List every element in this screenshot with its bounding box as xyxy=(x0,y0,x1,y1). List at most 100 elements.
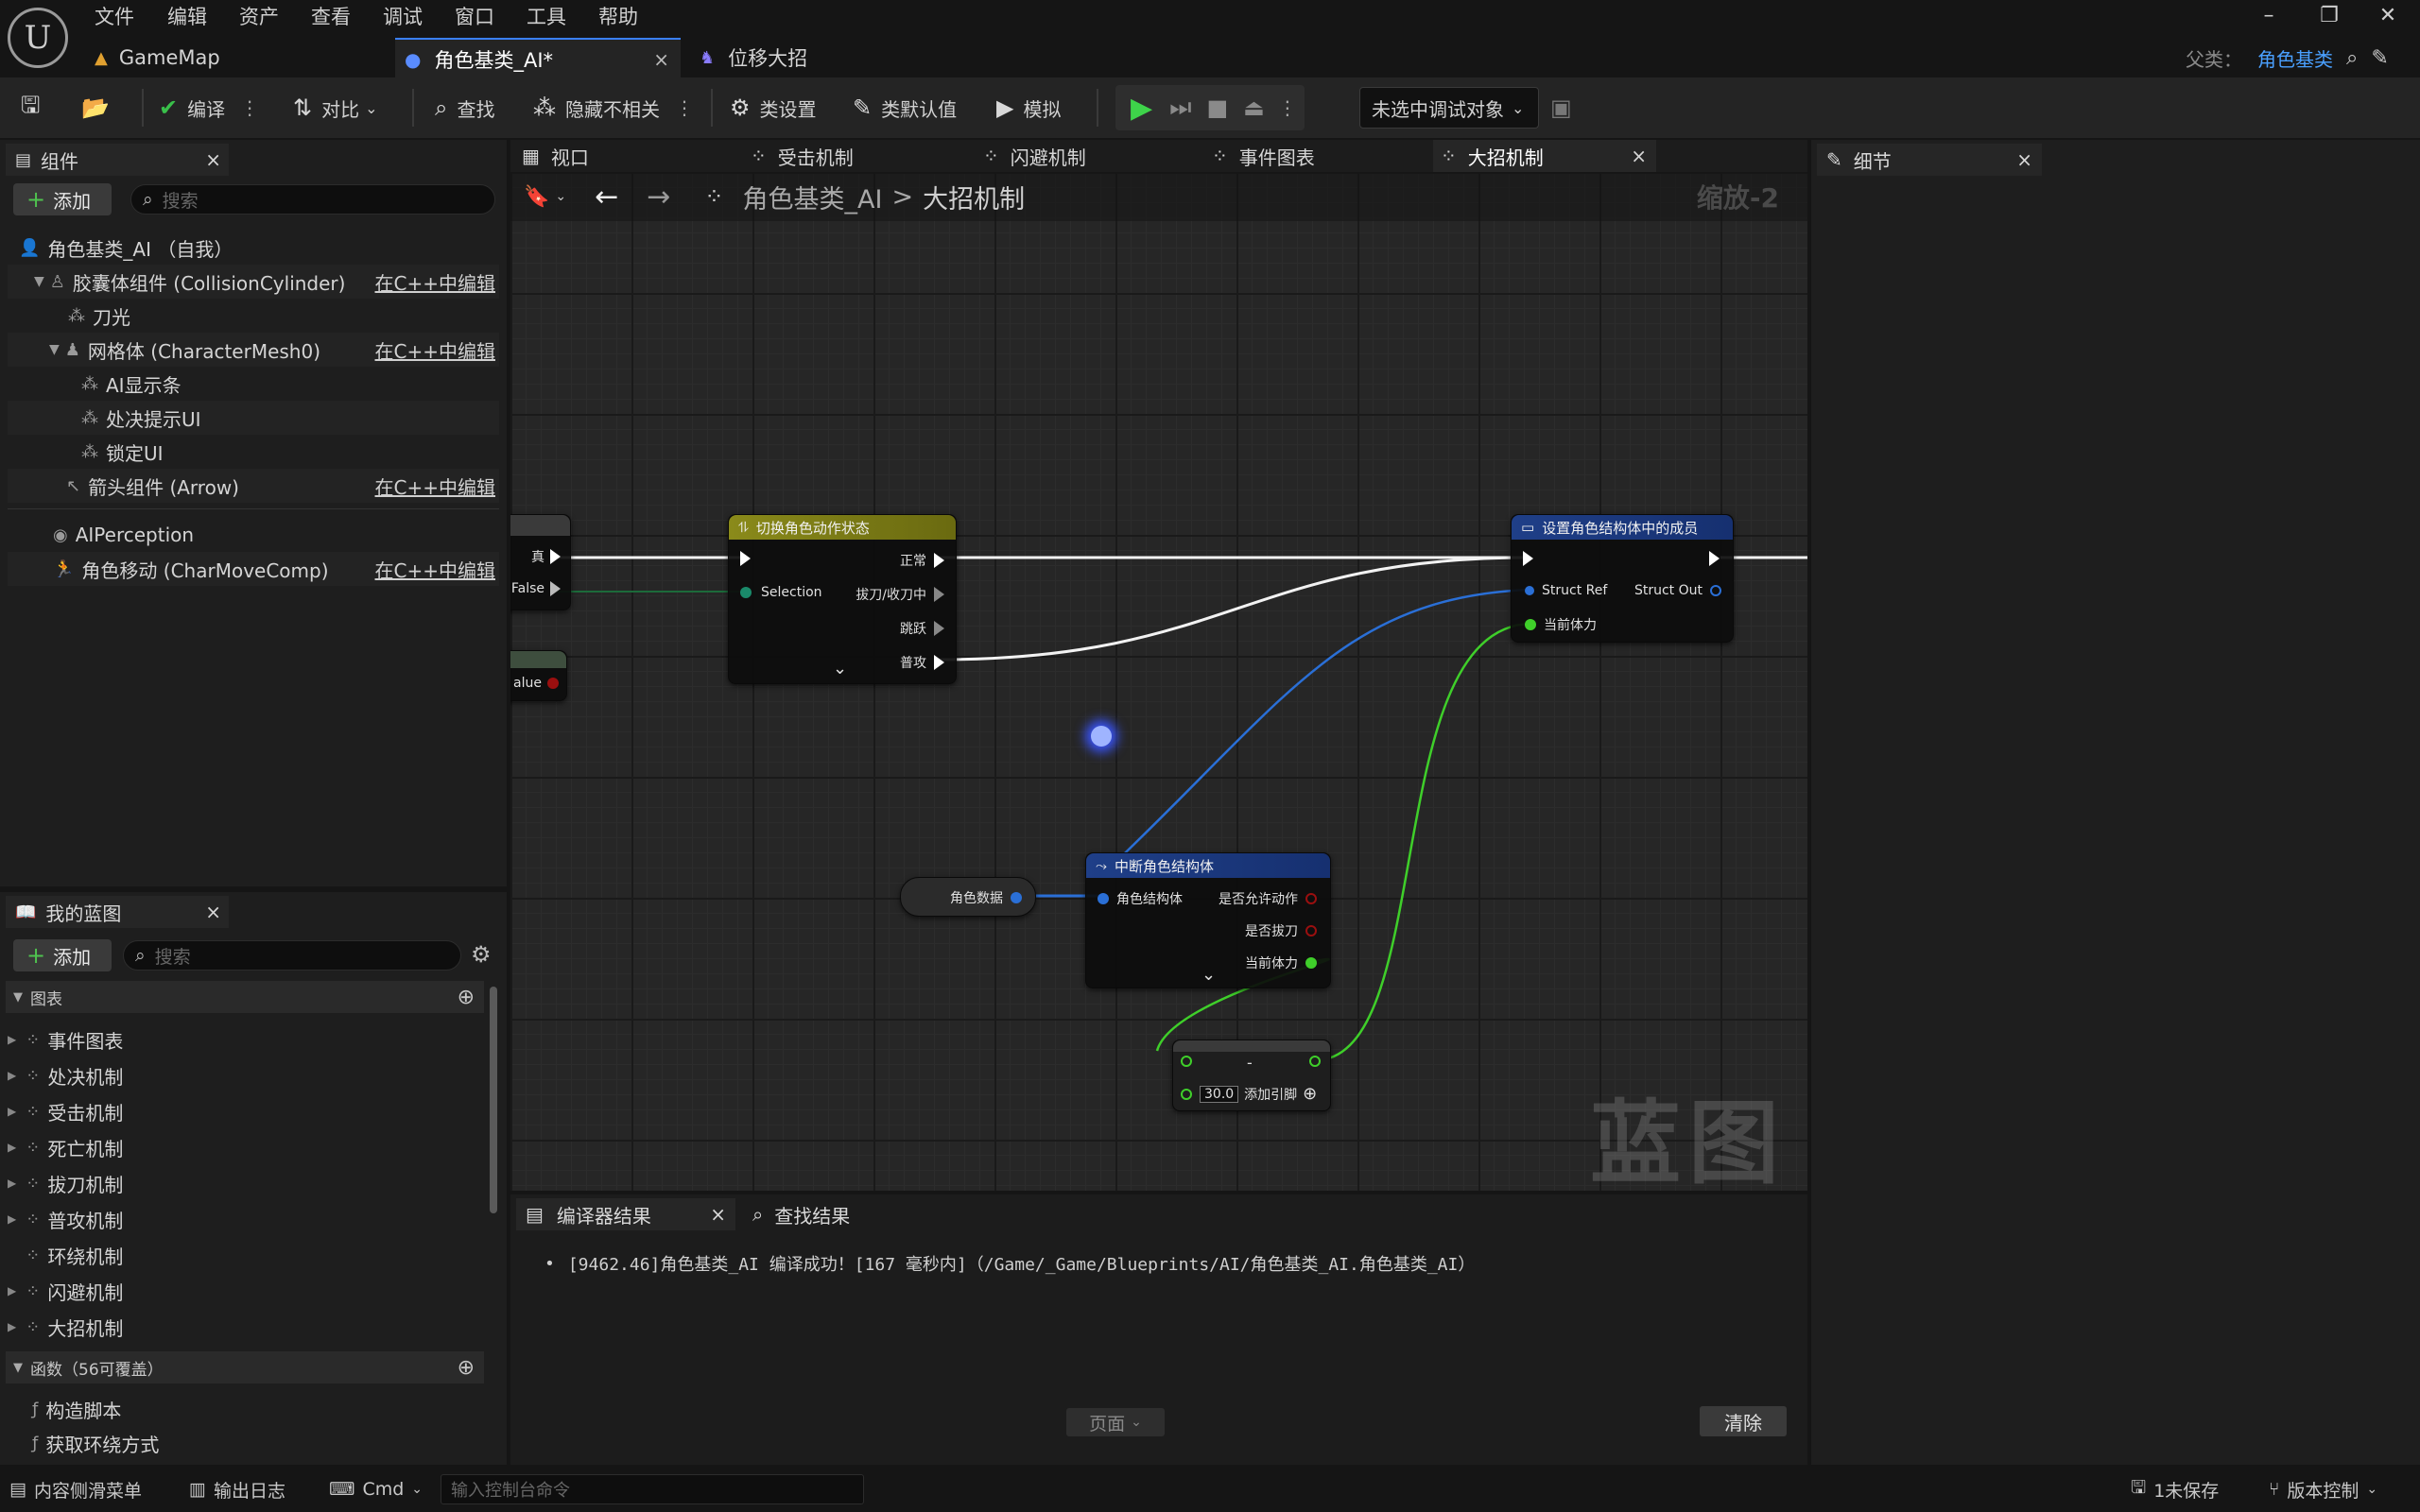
edit-icon[interactable]: ✎ xyxy=(2371,46,2388,70)
tree-item-lock-ui[interactable]: ⁂ 锁定UI xyxy=(8,435,499,469)
tree-item-mesh[interactable]: ▼ ♟ 网格体 (CharacterMesh0) 在C++中编辑 xyxy=(8,333,499,367)
value-node[interactable]: alue xyxy=(510,650,567,701)
menu-edit[interactable]: 编辑 xyxy=(167,2,207,30)
close-window-icon[interactable]: ✕ xyxy=(2369,4,2407,27)
my-blueprint-search-input[interactable]: ⌕ 搜索 xyxy=(123,940,461,971)
break-out-allow-pin[interactable]: 是否允许动作 xyxy=(1219,889,1317,908)
close-icon[interactable]: × xyxy=(653,48,669,71)
close-icon[interactable]: × xyxy=(205,901,221,923)
play-icon[interactable]: ▶ xyxy=(1131,92,1152,125)
clear-button[interactable]: 清除 xyxy=(1700,1406,1787,1436)
tree-item-execution-ui[interactable]: ⁂ 处决提示UI xyxy=(8,401,499,435)
stop-icon[interactable]: ■ xyxy=(1206,94,1228,121)
graph-item[interactable]: ▶ ⁘ 受击机制 xyxy=(8,1094,499,1128)
tab-compiler-results[interactable]: ▤ 编译器结果 × xyxy=(516,1198,735,1230)
more-icon[interactable]: ⋮ xyxy=(1278,96,1297,119)
graph-item[interactable]: ▶ ⁘ 处决机制 xyxy=(8,1058,499,1092)
set-members-node[interactable]: ▭ 设置角色结构体中的成员 Struct Ref Struct Out 当前体力 xyxy=(1511,514,1734,643)
debug-filter-button[interactable]: ▣ xyxy=(1550,77,1582,138)
subtract-b-value[interactable]: 30.0 xyxy=(1200,1085,1239,1103)
doc-tab-blueprint[interactable]: ● 角色基类_AI* × xyxy=(395,38,681,79)
save-button[interactable]: 🖫 xyxy=(21,77,49,138)
switch-out-attack-pin[interactable]: 普攻 xyxy=(900,653,944,672)
menu-file[interactable]: 文件 xyxy=(95,2,134,30)
doc-tab-montage[interactable]: ♞ 位移大招 xyxy=(700,38,908,77)
value-pin[interactable]: alue xyxy=(513,676,559,691)
subtract-out-pin[interactable] xyxy=(1309,1056,1321,1067)
tree-item-perception[interactable]: ◉ AIPerception xyxy=(8,518,499,552)
unreal-logo-icon[interactable]: U xyxy=(8,8,68,68)
menu-tools[interactable]: 工具 xyxy=(527,2,566,30)
switch-exec-in-pin[interactable] xyxy=(740,551,751,566)
add-graph-icon[interactable]: ⊕ xyxy=(458,986,475,1009)
search-icon[interactable]: ⌕ xyxy=(2346,46,2358,70)
graph-item[interactable]: ▶ ⁘ 事件图表 xyxy=(8,1022,499,1057)
tree-item-self[interactable]: 👤 角色基类_AI （自我） xyxy=(8,231,499,265)
step-icon[interactable]: ⏭ xyxy=(1169,94,1191,123)
menu-debug[interactable]: 调试 xyxy=(383,2,423,30)
minimize-icon[interactable]: – xyxy=(2250,4,2288,27)
member-stamina-pin[interactable]: 当前体力 xyxy=(1525,615,1597,634)
debug-target-select[interactable]: 未选中调试对象 ⌄ xyxy=(1359,87,1539,129)
doc-tab-gamemap[interactable]: ▲ GameMap xyxy=(95,38,378,77)
edit-in-cpp-link[interactable]: 在C++中编辑 xyxy=(375,472,495,500)
subtract-node[interactable]: - 30.0 添加引脚 ⊕ xyxy=(1172,1040,1331,1111)
break-in-pin[interactable]: 角色结构体 xyxy=(1098,889,1183,908)
tab-my-blueprint[interactable]: 📖 我的蓝图 × xyxy=(6,896,229,928)
browse-button[interactable]: 📂 xyxy=(81,77,119,138)
tab-details[interactable]: ✎ 细节 × xyxy=(1817,144,2042,176)
break-struct-node[interactable]: ⤳ 中断角色结构体 角色结构体 是否允许动作 是否拔刀 当前体力 ⌄ xyxy=(1085,852,1331,988)
tab-components[interactable]: ▤ 组件 × xyxy=(6,144,229,176)
components-search-input[interactable]: ⌕ 搜索 xyxy=(130,184,495,215)
add-pin-icon[interactable]: ⊕ xyxy=(1303,1084,1317,1104)
tab-viewport[interactable]: ▦ 视口 xyxy=(522,140,589,172)
add-component-button[interactable]: + 添加 xyxy=(13,183,112,215)
role-data-pin[interactable]: 角色数据 xyxy=(950,888,1022,907)
add-function-icon[interactable]: ⊕ xyxy=(458,1356,475,1380)
menu-help[interactable]: 帮助 xyxy=(598,2,638,30)
close-icon[interactable]: × xyxy=(205,148,221,171)
switch-out-jump-pin[interactable]: 跳跃 xyxy=(900,619,944,638)
set-exec-in-pin[interactable] xyxy=(1523,551,1533,566)
menu-asset[interactable]: 资产 xyxy=(239,2,279,30)
graph-canvas[interactable]: 🔖 ⌄ ← → ⁘ 角色基类_AI > 大招机制 缩放-2 真 False al… xyxy=(510,172,1807,1191)
switch-selection-pin[interactable]: Selection xyxy=(740,585,822,600)
edit-in-cpp-link[interactable]: 在C++中编辑 xyxy=(375,268,495,296)
close-icon[interactable]: × xyxy=(710,1203,726,1226)
functions-section-header[interactable]: ▼ 函数（56可覆盖） ⊕ xyxy=(6,1351,484,1383)
function-item[interactable]: ƒ 构造脚本 xyxy=(8,1393,499,1425)
expand-chevron-icon[interactable]: ⌄ xyxy=(1201,965,1216,985)
find-button[interactable]: ⌕ 查找 xyxy=(435,77,494,138)
tree-item-blade[interactable]: ⁂ 刀光 xyxy=(8,299,499,333)
tree-item-ai-bar[interactable]: ⁂ AI显示条 xyxy=(8,367,499,401)
more-icon[interactable]: ⋮ xyxy=(240,96,259,119)
add-member-button[interactable]: + 添加 xyxy=(13,939,112,971)
role-data-getter[interactable]: 角色数据 xyxy=(900,877,1036,917)
graph-item[interactable]: ▶ ⁘ 闪避机制 xyxy=(8,1274,499,1308)
graphs-section-header[interactable]: ▼ 图表 ⊕ xyxy=(6,981,484,1013)
edit-in-cpp-link[interactable]: 在C++中编辑 xyxy=(375,336,495,364)
set-exec-out-pin[interactable] xyxy=(1709,551,1720,566)
graph-item[interactable]: ▶ ⁘ 普攻机制 xyxy=(8,1202,499,1236)
break-out-drawn-pin[interactable]: 是否拔刀 xyxy=(1245,921,1317,940)
tab-event-graph[interactable]: ⁘ 事件图表 xyxy=(1212,140,1315,172)
tab-hit-mechanism[interactable]: ⁘ 受击机制 xyxy=(751,140,854,172)
edit-in-cpp-link[interactable]: 在C++中编辑 xyxy=(375,556,495,583)
tree-item-arrow[interactable]: ↖ 箭头组件 (Arrow) 在C++中编辑 xyxy=(8,469,499,503)
function-item[interactable]: ƒ 获取环绕方式 xyxy=(8,1427,499,1459)
subtract-a-pin[interactable] xyxy=(1181,1056,1192,1067)
graph-item[interactable]: ▶⁘环绕机制 xyxy=(8,1238,499,1272)
graph-item[interactable]: ▶ ⁘ 拔刀机制 xyxy=(8,1166,499,1200)
reroute-knot[interactable] xyxy=(1091,726,1112,747)
console-input[interactable]: 输入控制台命令 xyxy=(441,1474,864,1504)
unsaved-button[interactable]: 🖫 1未保存 xyxy=(2131,1467,2219,1512)
tab-find-results[interactable]: ⌕ 查找结果 xyxy=(741,1198,930,1230)
source-control-button[interactable]: ⑂ 版本控制 ⌄ xyxy=(2269,1467,2377,1512)
eject-icon[interactable]: ⏏ xyxy=(1243,94,1265,121)
page-select[interactable]: 页面 ⌄ xyxy=(1066,1408,1165,1436)
simulate-button[interactable]: ▶ 模拟 xyxy=(996,77,1061,138)
tab-ultimate-mechanism[interactable]: ⁘ 大招机制 × xyxy=(1433,140,1656,172)
switch-node[interactable]: ⥮ 切换角色动作状态 Selection 正常 拔刀/收刀中 跳跃 普攻 ⌄ xyxy=(728,514,957,684)
class-defaults-button[interactable]: ✎ 类默认值 xyxy=(853,77,957,138)
struct-out-pin[interactable]: Struct Out xyxy=(1634,583,1721,598)
